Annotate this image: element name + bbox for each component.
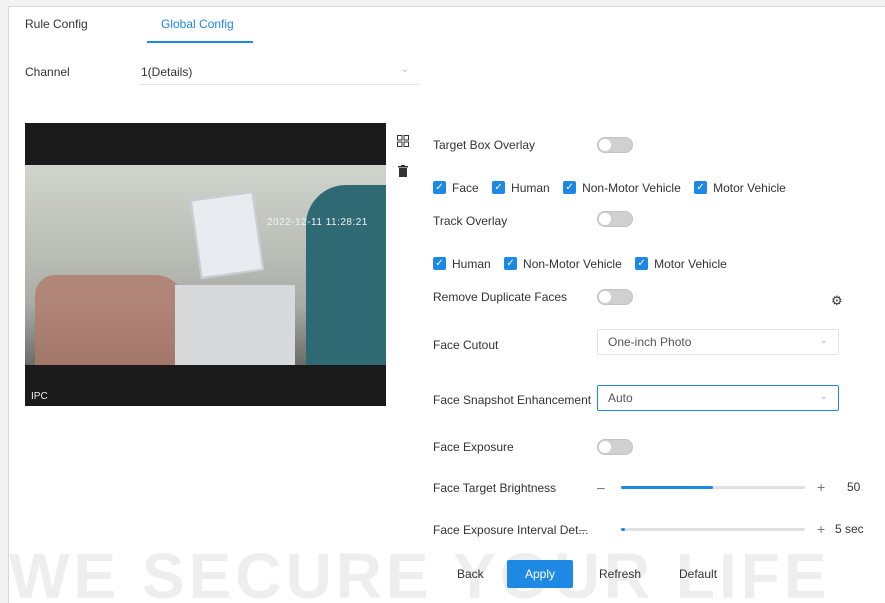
remove-duplicate-faces-toggle[interactable] [597, 289, 633, 305]
face-snapshot-enhancement-value: Auto [608, 391, 633, 405]
face-snapshot-enhancement-select[interactable]: Auto ⌄ [597, 385, 839, 411]
checkbox-track-non-motor-vehicle[interactable]: ✓ Non-Motor Vehicle [504, 257, 622, 271]
face-exposure-label: Face Exposure [433, 440, 514, 454]
video-preview[interactable]: 2022-12-11 11:28:21 IPC [25, 123, 386, 406]
checkbox-track-motor-vehicle[interactable]: ✓ Motor Vehicle [635, 257, 727, 271]
target-box-overlay-label: Target Box Overlay [433, 138, 536, 152]
interval-slider-track[interactable] [621, 528, 805, 531]
chevron-down-icon: ⌄ [819, 391, 828, 402]
checkbox-motor-vehicle[interactable]: ✓ Motor Vehicle [694, 181, 786, 195]
checkbox-human[interactable]: ✓ Human [492, 181, 550, 195]
checkmark-icon: ✓ [563, 181, 577, 194]
interval-slider-fill [621, 528, 625, 531]
active-tab-indicator [147, 41, 253, 43]
gear-icon[interactable]: ⚙ [831, 293, 843, 309]
face-target-brightness-slider[interactable]: – + 50 [597, 479, 867, 495]
chevron-down-icon: ⌄ [400, 64, 409, 75]
chevron-down-icon: ⌄ [819, 335, 828, 346]
face-exposure-interval-label: Face Exposure Interval Det... [433, 523, 589, 537]
video-osd-label: IPC [31, 391, 48, 402]
scene-whiteboard [189, 190, 265, 280]
scene-objects [35, 275, 185, 365]
tab-rule-config[interactable]: Rule Config [25, 17, 88, 31]
scene-person-shoulder [306, 185, 386, 365]
target-box-overlay-toggle[interactable] [597, 137, 633, 153]
brightness-value: 50 [847, 480, 861, 494]
checkmark-icon: ✓ [433, 181, 446, 194]
checkbox-non-motor-vehicle[interactable]: ✓ Non-Motor Vehicle [563, 181, 681, 195]
checkbox-track-human[interactable]: ✓ Human [433, 257, 491, 271]
interval-increase-button[interactable]: + [817, 521, 825, 537]
brightness-slider-fill [621, 486, 713, 489]
face-exposure-interval-slider[interactable]: – + 5 sec [579, 521, 879, 537]
camera-scene: 2022-12-11 11:28:21 IPC [25, 165, 386, 402]
default-button[interactable]: Default [667, 560, 729, 588]
back-button[interactable]: Back [445, 560, 496, 588]
checkbox-face[interactable]: ✓ Face [433, 181, 479, 195]
interval-value: 5 sec [835, 522, 864, 536]
track-overlay-label: Track Overlay [433, 214, 508, 228]
global-config-page: WE SECURE YOUR LIFE Rule Config Global C… [8, 6, 885, 603]
target-box-type-checkboxes: ✓ Face ✓ Human ✓ Non-Motor Vehicle ✓ Motor V… [433, 179, 796, 195]
checkmark-icon: ✓ [504, 257, 518, 270]
track-type-checkboxes: ✓ Human ✓ Non-Motor Vehicle ✓ Motor Vehicle [433, 255, 737, 271]
face-target-brightness-label: Face Target Brightness [433, 481, 557, 495]
track-overlay-toggle[interactable] [597, 211, 633, 227]
checkmark-icon: ✓ [694, 181, 708, 194]
checkmark-icon: ✓ [492, 181, 506, 194]
interval-decrease-button[interactable]: – [579, 521, 587, 537]
channel-select[interactable]: 1(Details) ⌄ [139, 59, 419, 85]
face-exposure-toggle[interactable] [597, 439, 633, 455]
scene-box [175, 285, 295, 365]
video-timestamp: 2022-12-11 11:28:21 [267, 217, 368, 228]
channel-select-value: 1(Details) [141, 65, 193, 79]
trash-icon[interactable] [395, 165, 411, 181]
tab-bar: Rule Config Global Config [9, 7, 885, 43]
channel-label: Channel [25, 65, 70, 79]
brightness-decrease-button[interactable]: – [597, 479, 605, 495]
face-cutout-value: One-inch Photo [608, 335, 692, 349]
checkmark-icon: ✓ [433, 257, 446, 270]
brightness-increase-button[interactable]: + [817, 479, 825, 495]
apply-button[interactable]: Apply [507, 560, 573, 588]
checkmark-icon: ✓ [635, 257, 649, 270]
grid-icon[interactable] [395, 135, 411, 151]
face-cutout-select[interactable]: One-inch Photo ⌄ [597, 329, 839, 355]
tab-global-config[interactable]: Global Config [161, 17, 234, 31]
face-snapshot-enhancement-label: Face Snapshot Enhancement [433, 393, 592, 407]
remove-duplicate-faces-label: Remove Duplicate Faces [433, 290, 568, 304]
refresh-button[interactable]: Refresh [587, 560, 653, 588]
face-cutout-label: Face Cutout [433, 338, 499, 352]
